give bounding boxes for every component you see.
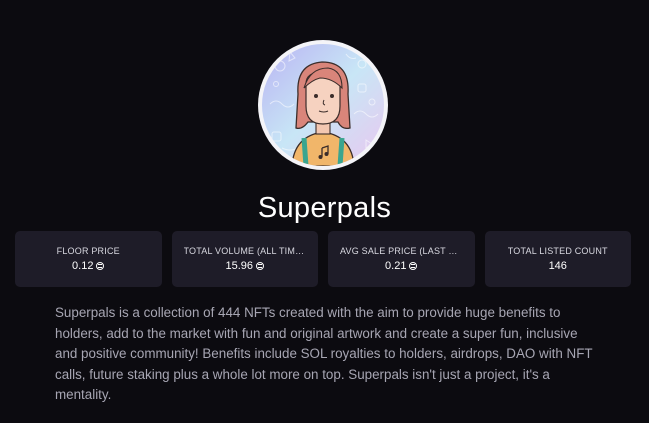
collection-title: Superpals bbox=[257, 192, 392, 224]
collection-description: Superpals is a collection of 444 NFTs cr… bbox=[55, 305, 593, 402]
stat-value: 0.12 bbox=[72, 260, 94, 272]
stat-card-total-volume: TOTAL VOLUME (ALL TIME... 15.96 bbox=[171, 231, 318, 287]
collection-avatar bbox=[258, 40, 388, 170]
avatar-image bbox=[262, 44, 384, 166]
stat-card-avg-sale-price: AVG SALE PRICE (LAST 24... 0.21 bbox=[328, 231, 475, 287]
solana-icon bbox=[409, 262, 418, 270]
stat-value: 15.96 bbox=[225, 260, 254, 272]
stat-value: 0.21 bbox=[385, 260, 407, 272]
stat-label: AVG SALE PRICE (LAST 24... bbox=[340, 246, 463, 256]
stat-value-row: 0.21 bbox=[385, 260, 418, 272]
stat-label: TOTAL LISTED COUNT bbox=[507, 246, 608, 256]
stat-label: TOTAL VOLUME (ALL TIME... bbox=[183, 246, 307, 256]
solana-icon bbox=[256, 262, 265, 270]
collection-page: Superpals FLOOR PRICE 0.12 TOTAL VOLUME … bbox=[0, 0, 649, 423]
stat-value: 146 bbox=[548, 260, 567, 272]
stat-card-floor-price: FLOOR PRICE 0.12 bbox=[15, 231, 162, 287]
pal-character-illustration bbox=[262, 44, 384, 166]
stat-value-row: 146 bbox=[549, 260, 567, 272]
stat-label: FLOOR PRICE bbox=[56, 246, 120, 256]
stat-value-row: 0.12 bbox=[72, 260, 105, 272]
stat-value-row: 15.96 bbox=[225, 260, 265, 272]
stats-row: FLOOR PRICE 0.12 TOTAL VOLUME (ALL TIME.… bbox=[15, 231, 631, 287]
stat-card-total-listed-count: TOTAL LISTED COUNT 146 bbox=[484, 231, 631, 287]
solana-icon bbox=[96, 262, 105, 270]
